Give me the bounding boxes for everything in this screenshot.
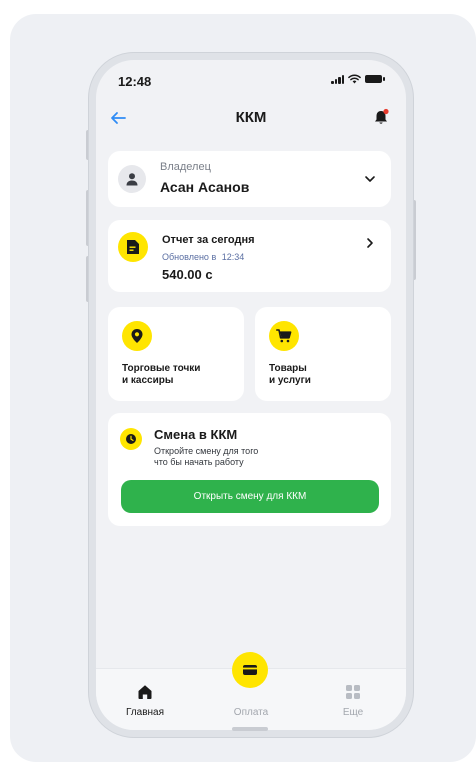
location-pin-icon	[131, 329, 143, 343]
clock-icon	[126, 434, 136, 444]
chevron-right-icon[interactable]	[363, 236, 377, 250]
tile-label-line: Торговые точки	[122, 363, 201, 374]
report-icon-badge	[118, 232, 148, 262]
avatar	[118, 165, 146, 193]
tab-home[interactable]: Главная	[110, 683, 180, 718]
owner-role: Владелец	[160, 161, 211, 173]
tab-more[interactable]: Еще	[318, 683, 388, 718]
signal-icon	[331, 74, 344, 84]
home-icon	[138, 685, 152, 699]
tile-outlets-cashiers[interactable]: Торговые точки и кассиры	[108, 307, 244, 401]
tile-label-line: и кассиры	[122, 375, 174, 386]
tab-label: Оплата	[233, 707, 269, 718]
shift-title: Смена в ККМ	[154, 427, 238, 442]
tab-payment[interactable]: Оплата	[216, 683, 286, 718]
status-time: 12:48	[118, 74, 152, 89]
shift-description: Откройте смену для того что бы начать ра…	[154, 446, 294, 468]
tile-label: Торговые точки и кассиры	[122, 363, 232, 387]
report-amount: 540.00 с	[162, 267, 213, 282]
page-title: ККМ	[235, 109, 267, 126]
shift-card: Смена в ККМ Откройте смену для того что …	[108, 413, 391, 526]
tile-label: Товары и услуги	[269, 363, 379, 387]
tile-label-line: и услуги	[269, 375, 311, 386]
chevron-down-icon[interactable]	[363, 172, 377, 186]
payment-fab-button[interactable]	[232, 652, 268, 688]
owner-name: Асан Асанов	[160, 179, 250, 195]
tile-icon-badge	[269, 321, 299, 351]
shift-description-line: Откройте смену для того	[154, 446, 259, 456]
report-title: Отчет за сегодня	[162, 234, 255, 246]
user-icon	[126, 173, 138, 186]
open-shift-button[interactable]: Открыть смену для ККМ	[121, 480, 379, 513]
shopping-cart-icon	[276, 329, 292, 343]
notification-bell-icon[interactable]	[372, 108, 390, 126]
battery-icon	[365, 75, 385, 83]
header: ККМ	[96, 104, 406, 132]
shift-icon-badge	[120, 428, 142, 450]
shift-description-line: что бы начать работу	[154, 457, 244, 467]
status-icons	[331, 74, 385, 84]
wifi-icon	[348, 74, 361, 84]
document-icon	[127, 240, 139, 254]
tab-label: Главная	[125, 707, 165, 718]
phone-screen: 12:48 ККМ Владелец Асан Асанов Отчет за …	[96, 60, 406, 730]
grid-icon	[346, 685, 360, 699]
report-updated-label: Обновлено в	[162, 252, 217, 262]
report-updated: Обновлено в 12:34	[162, 252, 244, 262]
card-icon	[243, 665, 257, 675]
tab-label: Еще	[342, 707, 364, 718]
report-updated-time: 12:34	[221, 252, 245, 262]
today-report-card[interactable]: Отчет за сегодня Обновлено в 12:34 540.0…	[108, 220, 391, 292]
home-indicator	[232, 727, 268, 731]
owner-selector[interactable]: Владелец Асан Асанов	[108, 151, 391, 207]
tile-label-line: Товары	[269, 363, 307, 374]
tile-icon-badge	[122, 321, 152, 351]
tile-goods-services[interactable]: Товары и услуги	[255, 307, 391, 401]
